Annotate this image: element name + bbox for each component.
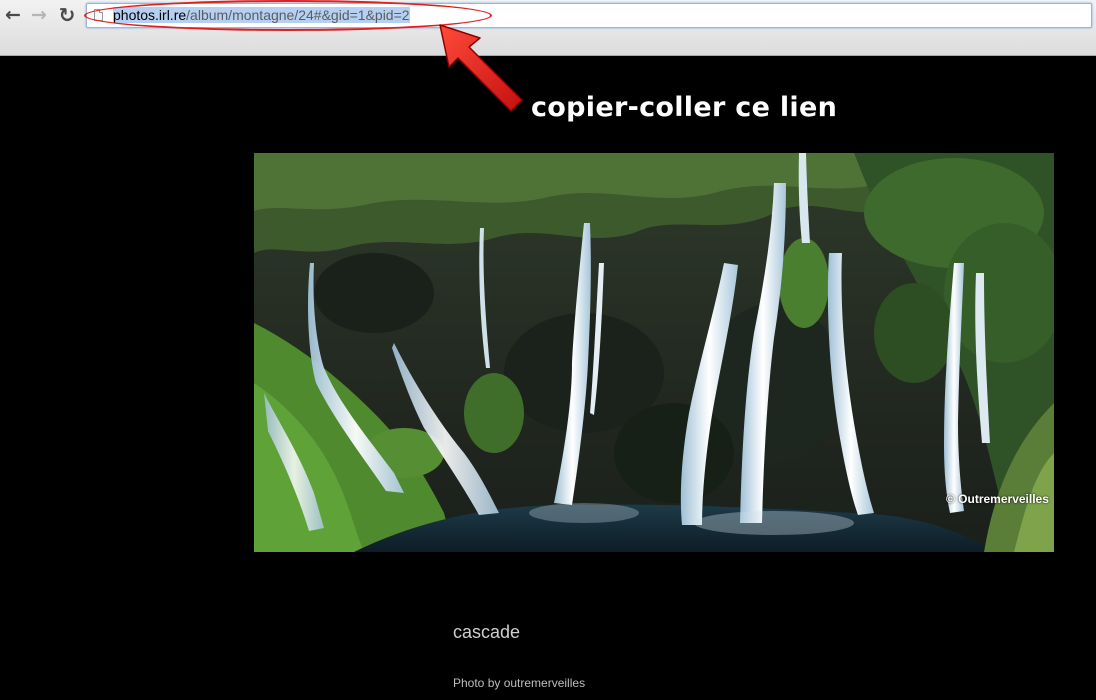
forward-arrow-icon[interactable]: → xyxy=(28,4,50,26)
reload-icon[interactable]: ↻ xyxy=(56,4,78,26)
annotation-caption: copier-coller ce lien xyxy=(531,92,838,123)
address-bar-url[interactable]: photos.irl.re/album/montagne/24#&gid=1&p… xyxy=(113,7,410,24)
back-arrow-icon[interactable]: ← xyxy=(2,4,24,26)
url-host: photos.irl.re xyxy=(113,7,187,23)
browser-toolbar: ← → ↻ photos.irl.re/album/montagne/24#&g… xyxy=(0,0,1096,56)
page-icon xyxy=(94,9,103,21)
photo-title: cascade xyxy=(453,622,521,642)
url-path: /album/montagne/24#&gid=1&pid=2 xyxy=(186,7,410,23)
waterfall-photo xyxy=(254,153,1054,552)
photo-watermark: © Outremerveilles xyxy=(946,492,1049,506)
photo-credit: Photo by outremerveilles xyxy=(453,676,586,690)
annotation-arrow-icon xyxy=(439,24,523,112)
address-bar[interactable]: photos.irl.re/album/montagne/24#&gid=1&p… xyxy=(86,3,1092,28)
